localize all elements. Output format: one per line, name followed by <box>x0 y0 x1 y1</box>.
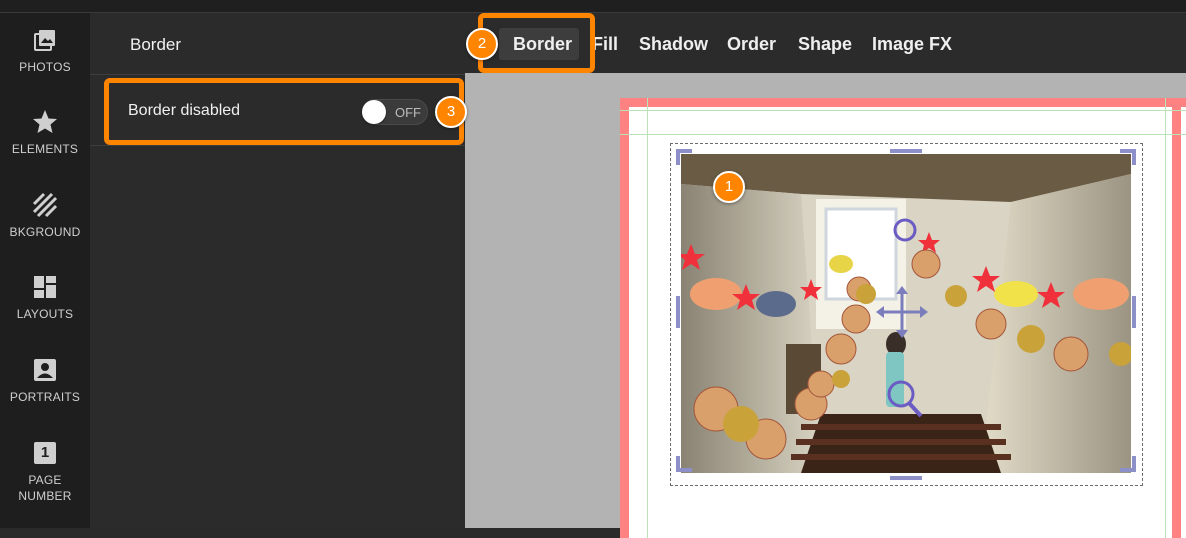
guide-line <box>647 98 648 538</box>
sidebar-item-layouts[interactable]: LAYOUTS <box>0 274 90 322</box>
tab-shadow[interactable]: Shadow <box>639 34 708 55</box>
sidebar-item-background[interactable]: BKGROUND <box>0 192 90 240</box>
tab-order[interactable]: Order <box>727 34 776 55</box>
layouts-icon <box>32 274 58 300</box>
resize-handle-top-left[interactable] <box>676 149 692 153</box>
resize-handle-bottom-left[interactable] <box>676 468 692 472</box>
panel-title: Border <box>130 35 182 54</box>
guide-line <box>620 134 1186 135</box>
sidebar-item-photos[interactable]: PHOTOS <box>0 27 90 75</box>
sidebar-item-label: PAGE NUMBER <box>18 473 72 503</box>
resize-handle-top-right[interactable] <box>1120 149 1136 153</box>
star-icon <box>32 109 58 135</box>
canvas-workspace <box>465 73 1186 538</box>
sidebar-item-page-number[interactable]: 1 PAGE NUMBER <box>0 440 90 504</box>
page-number-icon-text: 1 <box>40 444 50 461</box>
resize-handle-left[interactable] <box>676 296 680 328</box>
sidebar-item-label: ELEMENTS <box>11 142 79 156</box>
bleed-margin-right <box>1172 98 1181 538</box>
resize-handle-right[interactable] <box>1132 296 1136 328</box>
sidebar-rail: PHOTOS ELEMENTS BKGROUND LAYOUTS PORTRAI… <box>0 13 90 528</box>
background-stripes-icon <box>32 192 58 218</box>
sidebar-item-portraits[interactable]: PORTRAITS <box>0 357 90 405</box>
photos-icon <box>32 27 58 53</box>
photo-image[interactable] <box>681 154 1131 473</box>
sidebar-item-label: PORTRAITS <box>9 390 81 404</box>
resize-handle-top[interactable] <box>890 149 922 153</box>
annotation-badge-1: 1 <box>713 171 745 203</box>
page-canvas <box>620 98 1186 538</box>
callout-border-toggle <box>104 78 464 145</box>
annotation-badge-3: 3 <box>435 96 467 128</box>
tab-fill[interactable]: Fill <box>592 34 618 55</box>
bleed-margin-top <box>620 98 1186 107</box>
guide-line <box>1165 98 1166 538</box>
portrait-icon <box>32 357 58 383</box>
sidebar-item-label: PHOTOS <box>19 60 71 74</box>
tab-shape[interactable]: Shape <box>798 34 852 55</box>
sidebar-item-elements[interactable]: ELEMENTS <box>0 109 90 157</box>
bleed-margin-left <box>620 98 629 538</box>
page-number-icon: 1 <box>32 440 58 466</box>
divider <box>90 145 465 146</box>
sidebar-item-label: BKGROUND <box>9 225 81 239</box>
tab-image-fx[interactable]: Image FX <box>872 34 952 55</box>
resize-handle-bottom-right[interactable] <box>1120 468 1136 472</box>
annotation-badge-2: 2 <box>466 28 498 60</box>
guide-line <box>620 110 1186 111</box>
resize-handle-bottom[interactable] <box>890 476 922 480</box>
top-strip <box>0 0 1186 13</box>
sidebar-item-label: LAYOUTS <box>16 307 74 321</box>
